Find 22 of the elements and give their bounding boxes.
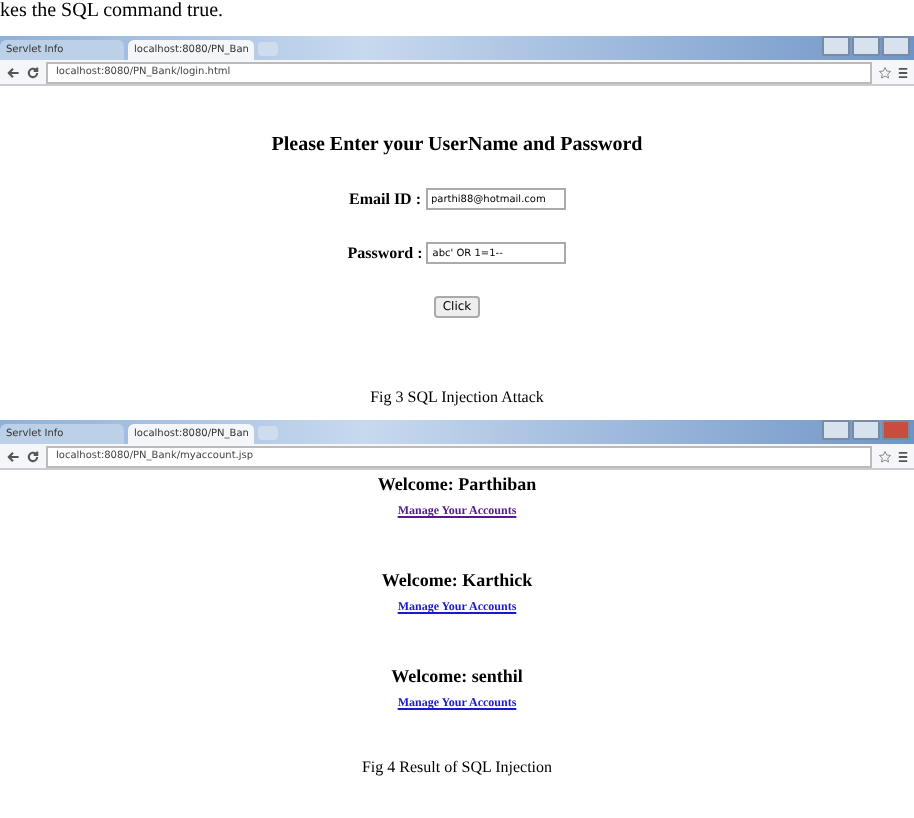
figure-caption: Fig 3 SQL Injection Attack [368, 388, 546, 408]
menu-icon[interactable] [898, 65, 908, 79]
figure-caption: Fig 4 Result of SQL Injection [359, 758, 555, 778]
menu-icon[interactable] [898, 449, 908, 463]
welcome-text: Welcome: senthil [391, 666, 523, 686]
back-arrow-icon[interactable] [6, 65, 20, 79]
maximize-button[interactable] [852, 420, 880, 440]
body-text: kes the SQL command true. [0, 0, 226, 24]
star-icon[interactable] [878, 449, 892, 463]
star-icon[interactable] [878, 65, 892, 79]
welcome-text: Welcome: Karthick [381, 570, 533, 590]
reload-icon[interactable] [26, 65, 40, 79]
close-button[interactable] [882, 36, 910, 56]
reload-icon[interactable] [26, 449, 40, 463]
maximize-button[interactable] [852, 36, 880, 56]
minimize-button[interactable] [822, 420, 850, 440]
minimize-button[interactable] [822, 36, 850, 56]
welcome-text: Welcome: Parthiban [377, 474, 537, 494]
field-label: Password : [347, 244, 423, 262]
back-arrow-icon[interactable] [6, 449, 20, 463]
field-label: Email ID : [349, 190, 421, 208]
page-heading: Please Enter your UserName and Password [271, 134, 643, 156]
